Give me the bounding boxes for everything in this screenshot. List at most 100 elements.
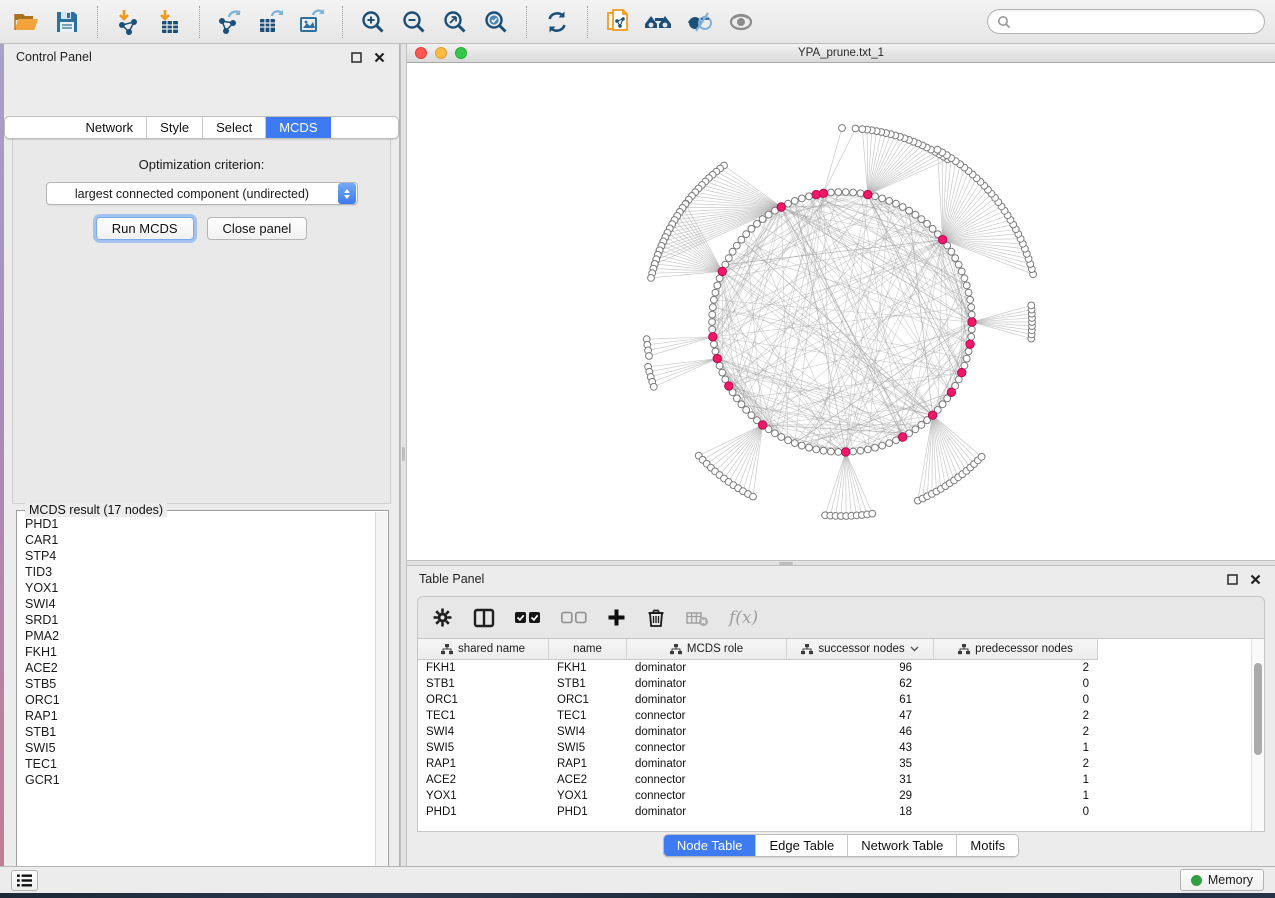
float-panel-icon[interactable] — [1224, 571, 1240, 587]
column-header-successor-nodes[interactable]: successor nodes — [787, 639, 934, 659]
run-mcds-button[interactable]: Run MCDS — [96, 217, 194, 240]
mcds-result-item[interactable]: SRD1 — [25, 612, 375, 628]
tab-motifs[interactable]: Motifs — [956, 835, 1018, 856]
import-table-icon[interactable] — [153, 6, 185, 38]
export-image-icon[interactable] — [296, 6, 328, 38]
hide-glasses-icon[interactable] — [684, 6, 716, 38]
import-network-icon[interactable] — [112, 6, 144, 38]
table-cell[interactable]: 96 — [787, 662, 934, 674]
close-panel-icon[interactable] — [371, 49, 387, 65]
table-cell[interactable]: SWI4 — [549, 726, 627, 738]
table-cell[interactable]: 1 — [934, 774, 1098, 786]
table-cell[interactable]: 0 — [934, 694, 1098, 706]
tab-node-table[interactable]: Node Table — [664, 835, 756, 856]
table-cell[interactable]: ORC1 — [549, 694, 627, 706]
gear-icon[interactable] — [432, 607, 453, 628]
mcds-result-item[interactable]: CAR1 — [25, 532, 375, 548]
tab-edge-table[interactable]: Edge Table — [755, 835, 847, 856]
table-cell[interactable]: SWI5 — [418, 742, 549, 754]
column-header-name[interactable]: name — [549, 639, 627, 659]
table-row[interactable]: TEC1TEC1connector472 — [418, 708, 1264, 724]
table-cell[interactable]: SWI4 — [418, 726, 549, 738]
table-cell[interactable]: STB1 — [549, 678, 627, 690]
delete-table-icon[interactable] — [686, 609, 709, 627]
mcds-result-item[interactable]: STP4 — [25, 548, 375, 564]
table-cell[interactable]: dominator — [627, 806, 787, 818]
mcds-result-item[interactable]: PHD1 — [25, 516, 375, 532]
open-session-icon[interactable] — [10, 6, 42, 38]
mcds-result-item[interactable]: STB1 — [25, 724, 375, 740]
table-row[interactable]: SWI4SWI4dominator462 — [418, 724, 1264, 740]
table-cell[interactable]: 43 — [787, 742, 934, 754]
search-input[interactable] — [1017, 15, 1255, 29]
table-cell[interactable]: RAP1 — [549, 758, 627, 770]
mcds-result-item[interactable]: ORC1 — [25, 692, 375, 708]
search-field[interactable] — [987, 9, 1265, 34]
eye-icon[interactable] — [725, 6, 757, 38]
table-cell[interactable]: 2 — [934, 710, 1098, 722]
table-cell[interactable]: 46 — [787, 726, 934, 738]
deselect-all-checkboxes-icon[interactable] — [561, 611, 587, 624]
splitter-grip[interactable] — [779, 562, 793, 565]
table-cell[interactable]: FKH1 — [549, 662, 627, 674]
save-session-icon[interactable] — [51, 6, 83, 38]
table-cell[interactable]: ACE2 — [418, 774, 549, 786]
table-cell[interactable]: dominator — [627, 662, 787, 674]
mcds-result-item[interactable]: SWI4 — [25, 596, 375, 612]
function-builder-icon[interactable]: f(x) — [729, 608, 758, 628]
zoom-selected-icon[interactable] — [480, 6, 512, 38]
splitter-grip[interactable] — [402, 447, 405, 461]
mcds-result-item[interactable]: FKH1 — [25, 644, 375, 660]
network-window-titlebar[interactable]: YPA_prune.txt_1 — [407, 44, 1275, 63]
memory-button[interactable]: Memory — [1180, 869, 1264, 891]
close-panel-button[interactable]: Close panel — [207, 217, 308, 240]
mcds-result-item[interactable]: GCR1 — [25, 772, 375, 788]
close-panel-icon[interactable] — [1247, 571, 1263, 587]
table-cell[interactable]: 47 — [787, 710, 934, 722]
table-cell[interactable]: connector — [627, 790, 787, 802]
table-cell[interactable]: YOX1 — [418, 790, 549, 802]
table-row[interactable]: FKH1FKH1dominator962 — [418, 660, 1264, 676]
tab-select[interactable]: Select — [202, 117, 265, 138]
mcds-result-item[interactable]: SWI5 — [25, 740, 375, 756]
zoom-in-icon[interactable] — [357, 6, 389, 38]
table-row[interactable]: ACE2ACE2connector311 — [418, 772, 1264, 788]
tab-network[interactable]: Network — [72, 117, 146, 138]
tab-mcds[interactable]: MCDS — [265, 117, 330, 138]
column-header-predecessor-nodes[interactable]: predecessor nodes — [934, 639, 1098, 659]
table-cell[interactable]: 35 — [787, 758, 934, 770]
table-cell[interactable]: PHD1 — [418, 806, 549, 818]
table-cell[interactable]: 29 — [787, 790, 934, 802]
table-cell[interactable]: TEC1 — [418, 710, 549, 722]
table-cell[interactable]: 1 — [934, 742, 1098, 754]
table-cell[interactable]: 31 — [787, 774, 934, 786]
table-cell[interactable]: dominator — [627, 678, 787, 690]
table-cell[interactable]: FKH1 — [418, 662, 549, 674]
table-scrollbar[interactable] — [1251, 639, 1264, 831]
table-cell[interactable]: SWI5 — [549, 742, 627, 754]
table-cell[interactable]: 0 — [934, 806, 1098, 818]
table-cell[interactable]: ACE2 — [549, 774, 627, 786]
table-cell[interactable]: 2 — [934, 726, 1098, 738]
table-row[interactable]: SWI5SWI5connector431 — [418, 740, 1264, 756]
mcds-result-item[interactable]: TEC1 — [25, 756, 375, 772]
mcds-result-item[interactable]: PMA2 — [25, 628, 375, 644]
table-row[interactable]: STB1STB1dominator620 — [418, 676, 1264, 692]
mcds-result-item[interactable]: TID3 — [25, 564, 375, 580]
select-all-checkboxes-icon[interactable] — [515, 611, 541, 624]
mcds-result-item[interactable]: ACE2 — [25, 660, 375, 676]
mcds-result-item[interactable]: STB5 — [25, 676, 375, 692]
table-cell[interactable]: 2 — [934, 662, 1098, 674]
table-cell[interactable]: dominator — [627, 726, 787, 738]
tab-style[interactable]: Style — [146, 117, 202, 138]
export-network-icon[interactable] — [214, 6, 246, 38]
table-cell[interactable]: STB1 — [418, 678, 549, 690]
table-cell[interactable]: 18 — [787, 806, 934, 818]
table-cell[interactable]: TEC1 — [549, 710, 627, 722]
table-cell[interactable]: 2 — [934, 758, 1098, 770]
delete-column-icon[interactable] — [646, 607, 666, 628]
show-panels-list-button[interactable] — [11, 870, 38, 891]
refresh-icon[interactable] — [541, 6, 573, 38]
mcds-result-item[interactable]: YOX1 — [25, 580, 375, 596]
network-graph[interactable] — [407, 63, 1275, 560]
